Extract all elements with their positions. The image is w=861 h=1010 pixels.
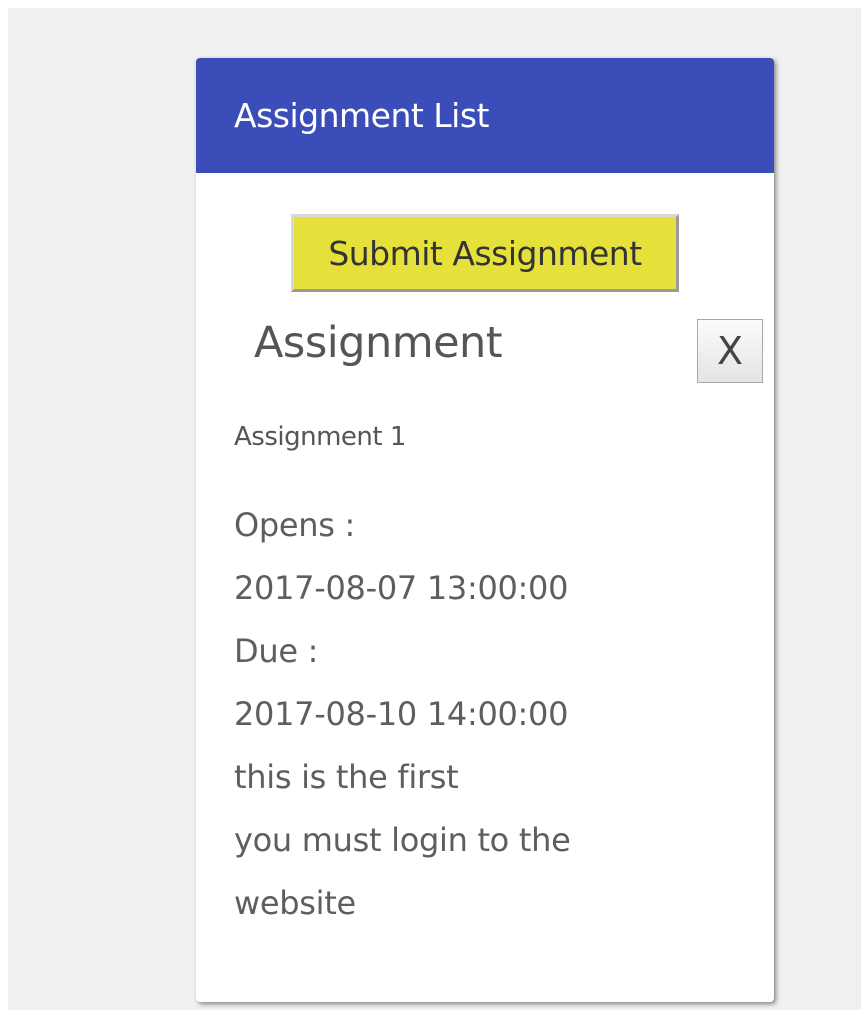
description-line: you must login to the [234, 821, 571, 859]
due-label: Due : [234, 632, 319, 670]
opens-label: Opens : [234, 506, 355, 544]
card-title: Assignment List [234, 96, 489, 135]
assignment-list-card: Assignment List Submit Assignment Assign… [196, 58, 774, 1002]
assignment-name: Assignment 1 [234, 422, 406, 452]
due-value: 2017-08-10 14:00:00 [234, 695, 569, 733]
submit-assignment-button[interactable]: Submit Assignment [291, 214, 679, 292]
assignment-heading: Assignment [254, 318, 503, 368]
description-line: this is the first [234, 758, 459, 796]
card-header: Assignment List [196, 58, 774, 173]
close-button[interactable]: X [697, 319, 763, 383]
description-line: website [234, 884, 356, 922]
assignment-details: Opens : 2017-08-07 13:00:00 Due : 2017-0… [234, 494, 754, 935]
opens-value: 2017-08-07 13:00:00 [234, 569, 569, 607]
